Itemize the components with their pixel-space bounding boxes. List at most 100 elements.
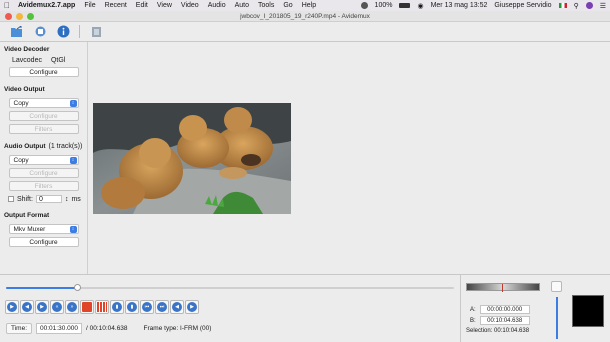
lion-cubs-frame-image bbox=[93, 103, 291, 214]
window-title: jwbcov_I_201805_19_r240P.mp4 - Avidemux bbox=[240, 13, 370, 20]
battery-percent: 100% bbox=[374, 2, 393, 9]
volume-slider[interactable] bbox=[556, 297, 558, 339]
video-frame bbox=[93, 103, 291, 214]
goto-marker-b-icon: ▶ bbox=[187, 302, 197, 312]
menu-file[interactable]: File bbox=[84, 2, 95, 9]
decoder-display: QtGl bbox=[50, 57, 66, 64]
video-filters-button[interactable]: Filters bbox=[8, 124, 79, 134]
goto-marker-b-button[interactable]: ▶ bbox=[185, 300, 199, 314]
goto-end-button[interactable]: ⏭ bbox=[155, 300, 169, 314]
next-frame-button[interactable]: ▶ bbox=[35, 300, 49, 314]
frame-type: Frame type: I-FRM (00) bbox=[143, 325, 212, 332]
audio-output-select[interactable]: Copy ↕ bbox=[8, 155, 79, 165]
marker-a-field[interactable]: 00:00:00.000 bbox=[479, 305, 530, 314]
menu-edit[interactable]: Edit bbox=[136, 2, 148, 9]
volume-icon[interactable] bbox=[551, 281, 562, 292]
video-output-select[interactable]: Copy ↕ bbox=[8, 98, 79, 108]
shift-row: Shift: 0 ↕ ms bbox=[4, 195, 83, 203]
video-output-heading: Video Output bbox=[4, 86, 45, 93]
shift-stepper-icon[interactable]: ↕ bbox=[65, 196, 69, 203]
app-menu[interactable]: Avidemux2.7.app bbox=[18, 2, 75, 9]
window-title-bar: jwbcov_I_201805_19_r240P.mp4 - Avidemux bbox=[0, 11, 610, 22]
next-keyframe-button[interactable]: » bbox=[65, 300, 79, 314]
selection-panel: A: 00:00:00.000 B: 00:10:04.638 Selectio… bbox=[462, 275, 546, 342]
marker-b-field[interactable]: 00:10:04.638 bbox=[479, 316, 530, 325]
previous-frame-button[interactable]: ◀ bbox=[20, 300, 34, 314]
siri-icon[interactable] bbox=[585, 2, 593, 9]
clock[interactable]: Mer 13 mag 13:52 bbox=[431, 2, 488, 9]
goto-start-button[interactable]: ⏮ bbox=[140, 300, 154, 314]
video-decoder-heading: Video Decoder bbox=[4, 46, 50, 53]
time-button[interactable]: Time: bbox=[6, 323, 33, 334]
macos-menu-bar:  Avidemux2.7.app File Recent Edit View … bbox=[0, 0, 610, 11]
spotlight-icon[interactable]: ⚲ bbox=[574, 2, 579, 10]
video-configure-button[interactable]: Configure bbox=[8, 111, 79, 121]
shift-unit: ms bbox=[71, 195, 81, 203]
info-icon bbox=[57, 25, 69, 38]
decoder-codec: Lavcodec bbox=[12, 57, 42, 64]
output-format-select[interactable]: Mkv Muxer ↕ bbox=[8, 224, 79, 234]
decoder-row: Lavcodec QtGl bbox=[4, 57, 83, 64]
record-icon bbox=[82, 302, 92, 312]
timeline-knob[interactable] bbox=[74, 284, 82, 291]
meter-marker bbox=[502, 284, 503, 292]
format-configure-button[interactable]: Configure bbox=[8, 237, 79, 247]
save-button[interactable] bbox=[33, 25, 47, 39]
control-center-icon[interactable]: ☰ bbox=[600, 2, 606, 10]
status-app-icon[interactable] bbox=[360, 2, 368, 9]
shift-checkbox[interactable] bbox=[8, 196, 14, 202]
open-file-icon bbox=[11, 25, 22, 37]
marker-icon bbox=[97, 302, 107, 312]
menu-video[interactable]: Video bbox=[181, 2, 199, 9]
decoder-configure-button[interactable]: Configure bbox=[8, 67, 79, 77]
apple-menu-icon[interactable]:  bbox=[4, 1, 10, 10]
settings-panel: Video Decoder Lavcodec QtGl Configure Vi… bbox=[0, 42, 88, 274]
battery-icon[interactable] bbox=[399, 3, 411, 8]
goto-marker-a-icon: ◀ bbox=[172, 302, 182, 312]
audio-filters-button[interactable]: Filters bbox=[8, 181, 79, 191]
menu-audio[interactable]: Audio bbox=[208, 2, 226, 9]
audio-output-heading-row: Audio Output (1 track(s)) bbox=[4, 143, 83, 150]
menu-go[interactable]: Go bbox=[283, 2, 292, 9]
audio-track-count: (1 track(s)) bbox=[48, 143, 83, 150]
time-status-row: Time: 00:01:30.000 / 00:10:04.638 Frame … bbox=[6, 323, 211, 334]
divider bbox=[460, 275, 461, 342]
playback-controls-area: ▶ ◀ ▶ « » ▮ ▮ ⏮ ⏭ ◀ ▶ Time: 00:01:30.000… bbox=[0, 274, 610, 342]
video-output-value: Copy bbox=[13, 99, 29, 107]
audio-meter bbox=[466, 283, 540, 292]
menu-view[interactable]: View bbox=[157, 2, 172, 9]
current-time-field[interactable]: 00:01:30.000 bbox=[36, 323, 82, 334]
previous-black-frame-icon: ▮ bbox=[112, 302, 122, 312]
navigation-buttons: ▶ ◀ ▶ « » ▮ ▮ ⏮ ⏭ ◀ ▶ bbox=[5, 300, 199, 314]
audio-configure-button[interactable]: Configure bbox=[8, 168, 79, 178]
goto-marker-a-button[interactable]: ◀ bbox=[170, 300, 184, 314]
shift-input[interactable]: 0 bbox=[35, 195, 62, 203]
audio-output-value: Copy bbox=[13, 156, 29, 164]
input-flag-icon[interactable] bbox=[558, 3, 567, 8]
preview-thumbnail bbox=[572, 295, 604, 327]
output-format-heading: Output Format bbox=[4, 212, 50, 219]
goto-start-icon: ⏮ bbox=[142, 302, 152, 312]
menu-auto[interactable]: Auto bbox=[235, 2, 249, 9]
script-button[interactable] bbox=[89, 25, 103, 39]
set-marker-a-button[interactable] bbox=[80, 300, 94, 314]
previous-frame-icon: ◀ bbox=[22, 302, 32, 312]
menu-help[interactable]: Help bbox=[302, 2, 316, 9]
marker-b-row: B: 00:10:04.638 bbox=[470, 316, 530, 325]
user-name[interactable]: Giuseppe Servidio bbox=[494, 2, 551, 9]
wifi-icon[interactable]: ◉ bbox=[417, 2, 423, 10]
play-icon: ▶ bbox=[7, 302, 17, 312]
play-button[interactable]: ▶ bbox=[5, 300, 19, 314]
menu-recent[interactable]: Recent bbox=[105, 2, 127, 9]
info-button[interactable] bbox=[56, 25, 70, 39]
menu-tools[interactable]: Tools bbox=[258, 2, 274, 9]
set-marker-b-button[interactable] bbox=[95, 300, 109, 314]
open-file-button[interactable] bbox=[10, 25, 24, 39]
previous-keyframe-icon: « bbox=[52, 302, 62, 312]
previous-keyframe-button[interactable]: « bbox=[50, 300, 64, 314]
timeline-slider[interactable] bbox=[6, 284, 454, 291]
previous-black-frame-button[interactable]: ▮ bbox=[110, 300, 124, 314]
next-black-frame-icon: ▮ bbox=[127, 302, 137, 312]
toolbar-separator bbox=[79, 25, 80, 38]
next-black-frame-button[interactable]: ▮ bbox=[125, 300, 139, 314]
